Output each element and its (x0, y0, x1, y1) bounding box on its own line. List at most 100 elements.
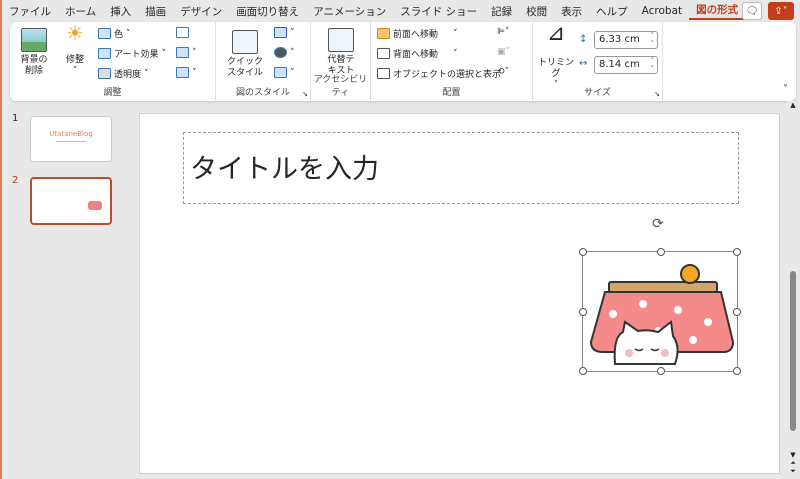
height-input[interactable]: 6.33 cm ˄ ˅ (594, 31, 658, 49)
artistic-effects-icon (98, 48, 111, 59)
group-adjust: 背景の 削除 ☀ 修整 ˅ 色 ˅ アート効果 ˅ 透明度 ˅ ˅ ˅ 調整 (10, 22, 216, 101)
tab-home[interactable]: ホーム (58, 4, 103, 19)
tab-animations[interactable]: アニメーション (306, 4, 393, 19)
scrollbar-thumb[interactable] (790, 271, 796, 431)
send-backward-icon (377, 48, 390, 59)
quick-styles-button[interactable]: クイック スタイル (222, 30, 268, 79)
selection-pane-label: オブジェクトの選択と表示 (393, 70, 502, 80)
thumbnail-image (88, 201, 102, 210)
picture-border-icon[interactable]: ˅ (274, 27, 295, 38)
tab-design[interactable]: デザイン (173, 4, 229, 19)
bring-forward-icon (377, 28, 390, 39)
resize-handle[interactable] (657, 367, 665, 375)
alt-text-button[interactable]: 代替テ キスト (321, 28, 361, 77)
align-icon[interactable]: ⊫˅ (497, 27, 509, 37)
comment-icon[interactable]: 🗨 (742, 2, 762, 20)
slide-number: 1 (12, 113, 19, 124)
resize-handle[interactable] (733, 308, 741, 316)
color-button[interactable]: 色 ˅ (98, 27, 131, 40)
share-icon[interactable]: ⇪˅ (768, 2, 794, 20)
height-value: 6.33 cm (599, 34, 640, 45)
picture-layout-icon[interactable]: ˅ (274, 67, 295, 78)
artistic-effects-label: アート効果 (114, 50, 159, 60)
corrections-label: 修整 (65, 55, 84, 65)
alt-text-icon (328, 28, 354, 52)
scroll-down-icon[interactable]: ▼ ⏶ ⏷ (786, 451, 800, 475)
kotatsu-cat-image (589, 264, 735, 365)
transparency-icon (98, 68, 111, 79)
collapse-ribbon-icon[interactable]: ˅ (783, 84, 788, 95)
quick-styles-label: クイック スタイル (226, 57, 263, 78)
tab-file[interactable]: ファイル (2, 4, 58, 19)
group-objects-icon: ▣˅ (497, 47, 511, 57)
tab-insert[interactable]: 挿入 (103, 4, 138, 19)
crop-button[interactable]: ⊿ トリミング ˅ (537, 21, 575, 91)
reset-picture-icon[interactable]: ˅ (176, 67, 197, 78)
size-dialog-launcher-icon[interactable]: ↘ (654, 90, 660, 98)
bring-forward-button[interactable]: 前面へ移動 ˅ (377, 27, 458, 40)
group-label-accessibility: アクセシビリティ (313, 75, 368, 98)
tab-picture-format[interactable]: 図の形式 (689, 2, 746, 20)
group-size: ⊿ トリミング ˅ ↕ 6.33 cm ˄ ˅ ↔ 8.14 cm ˄ ˅ サイズ ↘ (533, 22, 663, 101)
group-accessibility: 代替テ キスト アクセシビリティ (311, 22, 371, 101)
group-label-picture-styles: 図のスタイル (235, 88, 290, 98)
color-label: 色 (114, 30, 124, 40)
change-picture-icon[interactable]: ˅ (176, 47, 197, 58)
crop-label: トリミング (537, 58, 574, 79)
width-value: 8.14 cm (599, 59, 640, 70)
slide-thumbnail-2[interactable] (30, 177, 112, 225)
thumbnail-subtitle-line (56, 141, 86, 142)
title-placeholder[interactable]: タイトルを入力 (183, 132, 739, 204)
remove-background-label: 背景の 削除 (20, 55, 48, 76)
resize-handle[interactable] (579, 248, 587, 256)
send-backward-button[interactable]: 背面へ移動 ˅ (377, 47, 458, 60)
color-icon (98, 28, 111, 39)
corrections-button[interactable]: ☀ 修整 ˅ (60, 21, 90, 77)
tab-help[interactable]: ヘルプ (589, 4, 635, 19)
group-label-arrange: 配置 (442, 88, 461, 98)
picture-effects-icon[interactable]: ˅ (274, 47, 295, 58)
sun-icon: ☀ (66, 21, 84, 45)
group-picture-styles: クイック スタイル ˅ ˅ ˅ 図のスタイル ↘ (216, 22, 311, 101)
ribbon: 背景の 削除 ☀ 修整 ˅ 色 ˅ アート効果 ˅ 透明度 ˅ ˅ ˅ 調整 クイック ス… (10, 22, 796, 101)
remove-background-button[interactable]: 背景の 削除 (16, 28, 52, 77)
selection-pane-icon (377, 68, 390, 79)
tab-view[interactable]: 表示 (554, 4, 589, 19)
transparency-button[interactable]: 透明度 ˅ (98, 67, 149, 80)
compress-pictures-icon[interactable] (176, 27, 189, 38)
resize-handle[interactable] (733, 248, 741, 256)
send-backward-label: 背面へ移動 (393, 50, 439, 60)
artistic-effects-button[interactable]: アート効果 ˅ (98, 47, 166, 60)
resize-handle[interactable] (657, 248, 665, 256)
crop-icon: ⊿ (546, 21, 566, 46)
width-input[interactable]: 8.14 cm ˄ ˅ (594, 56, 658, 74)
resize-handle[interactable] (579, 367, 587, 375)
group-arrange: 前面へ移動 ˅ 背面へ移動 ˅ オブジェクトの選択と表示 ⊫˅ ▣˅ ⟲˅ 配置 (371, 22, 533, 101)
scroll-up-icon[interactable]: ▲ (786, 101, 800, 109)
menu-bar: ファイル ホーム 挿入 描画 デザイン 画面切り替え アニメーション スライド … (2, 0, 800, 22)
group-label-adjust: 調整 (103, 88, 122, 98)
bring-forward-label: 前面へ移動 (393, 30, 439, 40)
quick-styles-icon (232, 30, 258, 54)
vertical-scrollbar[interactable]: ▲ ▼ ⏶ ⏷ (786, 101, 800, 479)
rotate-icon[interactable]: ⟲˅ (497, 67, 509, 77)
selection-pane-button[interactable]: オブジェクトの選択と表示 (377, 67, 501, 80)
dialog-launcher-icon[interactable]: ↘ (302, 90, 308, 98)
group-label-size: サイズ (584, 88, 611, 98)
thumbnail-title: UtataneBlog (49, 130, 93, 138)
remove-background-icon (21, 28, 47, 52)
resize-handle[interactable] (733, 367, 741, 375)
tab-draw[interactable]: 描画 (138, 4, 173, 19)
tab-acrobat[interactable]: Acrobat (635, 5, 690, 17)
height-icon: ↕ (579, 34, 588, 45)
tab-transitions[interactable]: 画面切り替え (229, 4, 306, 19)
tab-record[interactable]: 記録 (484, 4, 519, 19)
tab-slideshow[interactable]: スライド ショー (393, 4, 484, 19)
selected-picture[interactable] (579, 248, 741, 375)
slide-thumbnail-1[interactable]: UtataneBlog (30, 116, 112, 162)
resize-handle[interactable] (579, 308, 587, 316)
tab-review[interactable]: 校閲 (519, 4, 554, 19)
rotate-handle-icon[interactable]: ⟳ (652, 216, 664, 232)
width-icon: ↔ (579, 58, 588, 69)
slide-canvas[interactable]: タイトルを入力 ⟳ (139, 113, 780, 474)
